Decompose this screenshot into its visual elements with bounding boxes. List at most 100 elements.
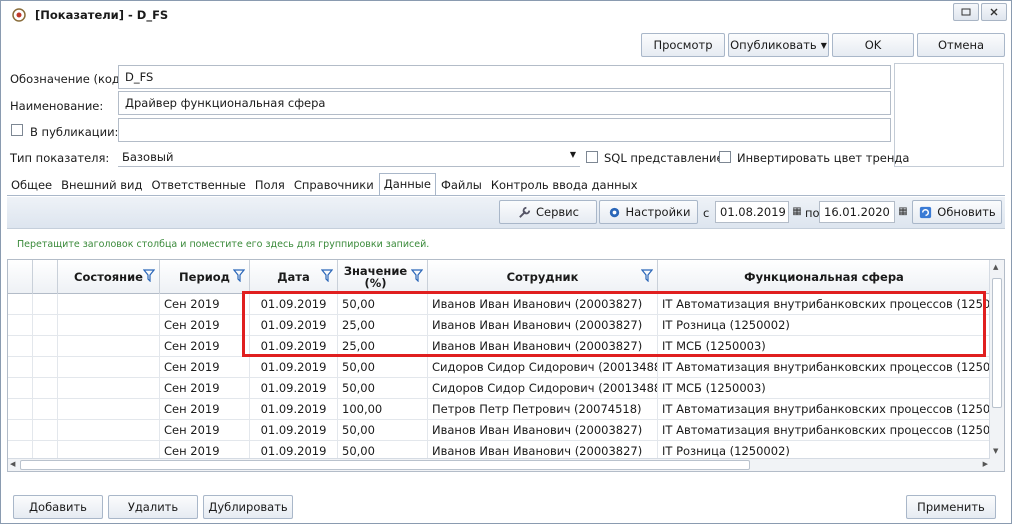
close-button[interactable] bbox=[981, 3, 1007, 21]
cell-period[interactable]: Сен 2019 bbox=[160, 399, 250, 420]
cell-status[interactable] bbox=[58, 294, 160, 315]
row-indicator[interactable] bbox=[8, 315, 33, 336]
cell-employee[interactable]: Петров Петр Петрович (20074518) bbox=[428, 399, 658, 420]
apply-button[interactable]: Применить bbox=[906, 495, 996, 519]
cell-status[interactable] bbox=[58, 399, 160, 420]
row-indicator[interactable] bbox=[8, 357, 33, 378]
row-indicator[interactable] bbox=[8, 399, 33, 420]
scroll-right-icon[interactable]: ▶ bbox=[983, 460, 988, 468]
sql-label: SQL представление bbox=[604, 151, 724, 165]
cell-employee[interactable]: Сидоров Сидор Сидорович (20013488) bbox=[428, 378, 658, 399]
row-selector[interactable] bbox=[33, 399, 58, 420]
cell-status[interactable] bbox=[58, 357, 160, 378]
cell-employee[interactable]: Сидоров Сидор Сидорович (20013488) bbox=[428, 357, 658, 378]
refresh-button[interactable]: Обновить bbox=[912, 200, 1002, 224]
column-header-date[interactable]: Дата bbox=[250, 260, 338, 294]
filter-icon[interactable] bbox=[641, 269, 653, 282]
scroll-up-icon[interactable]: ▲ bbox=[993, 263, 998, 271]
scroll-left-icon[interactable]: ◀ bbox=[10, 460, 15, 468]
tab-data[interactable]: Данные bbox=[378, 173, 436, 195]
cell-status[interactable] bbox=[58, 315, 160, 336]
cell-status[interactable] bbox=[58, 336, 160, 357]
cell-date[interactable]: 01.09.2019 bbox=[250, 420, 338, 441]
to-date-input[interactable]: 16.01.2020 bbox=[819, 201, 895, 223]
cell-period[interactable]: Сен 2019 bbox=[160, 420, 250, 441]
table-row[interactable]: Сен 2019 01.09.2019 50,00 Сидоров Сидор Сид… bbox=[8, 357, 990, 378]
tab-appearance[interactable]: Внешний вид bbox=[57, 174, 146, 195]
cell-function[interactable]: IT МСБ (1250003) bbox=[658, 378, 990, 399]
scroll-down-icon[interactable]: ▼ bbox=[993, 447, 998, 455]
cell-date[interactable]: 01.09.2019 bbox=[250, 399, 338, 420]
cell-value[interactable]: 50,00 bbox=[338, 357, 428, 378]
column-header-value[interactable]: Значение (%) bbox=[338, 260, 428, 294]
row-indicator[interactable] bbox=[8, 420, 33, 441]
filter-icon[interactable] bbox=[233, 269, 245, 282]
from-date-input[interactable]: 01.08.2019 bbox=[715, 201, 789, 223]
column-header-status[interactable]: Состояние bbox=[58, 260, 160, 294]
cell-employee[interactable]: Иванов Иван Иванович (20003827) bbox=[428, 420, 658, 441]
vertical-scrollbar[interactable]: ▲ ▼ bbox=[989, 260, 1004, 471]
calendar-icon[interactable]: ▦ bbox=[897, 206, 909, 218]
publish-button[interactable]: Опубликовать ▼ bbox=[728, 33, 829, 57]
row-selector[interactable] bbox=[33, 315, 58, 336]
cell-value[interactable]: 100,00 bbox=[338, 399, 428, 420]
column-header-period[interactable]: Период bbox=[160, 260, 250, 294]
publication-checkbox[interactable] bbox=[11, 124, 23, 136]
cell-value[interactable]: 50,00 bbox=[338, 420, 428, 441]
code-field[interactable]: D_FS bbox=[118, 65, 891, 89]
horizontal-scroll-thumb[interactable] bbox=[20, 460, 750, 470]
add-button[interactable]: Добавить bbox=[13, 495, 103, 519]
cell-period[interactable]: Сен 2019 bbox=[160, 357, 250, 378]
cell-period[interactable]: Сен 2019 bbox=[160, 294, 250, 315]
calendar-icon[interactable]: ▦ bbox=[791, 206, 803, 218]
delete-button[interactable]: Удалить bbox=[108, 495, 198, 519]
preview-button[interactable]: Просмотр bbox=[641, 33, 725, 57]
tab-input-control[interactable]: Контроль ввода данных bbox=[487, 174, 642, 195]
tab-general[interactable]: Общее bbox=[7, 174, 56, 195]
restore-button[interactable] bbox=[953, 3, 979, 21]
row-selector[interactable] bbox=[33, 420, 58, 441]
filter-icon[interactable] bbox=[411, 269, 423, 282]
row-selector[interactable] bbox=[33, 336, 58, 357]
cell-status[interactable] bbox=[58, 378, 160, 399]
row-indicator[interactable] bbox=[8, 336, 33, 357]
tab-fields[interactable]: Поля bbox=[251, 174, 289, 195]
tab-responsible[interactable]: Ответственные bbox=[147, 174, 249, 195]
row-indicator[interactable] bbox=[8, 378, 33, 399]
horizontal-scrollbar[interactable]: ◀ ▶ bbox=[8, 458, 990, 471]
tab-files[interactable]: Файлы bbox=[437, 174, 486, 195]
cancel-button[interactable]: Отмена bbox=[917, 33, 1005, 57]
cell-function[interactable]: IT Автоматизация внутрибанковских процес… bbox=[658, 357, 990, 378]
sql-checkbox[interactable] bbox=[586, 151, 598, 163]
type-select[interactable]: Базовый ▼ bbox=[118, 147, 580, 167]
row-selector[interactable] bbox=[33, 294, 58, 315]
cell-date[interactable]: 01.09.2019 bbox=[250, 357, 338, 378]
duplicate-button[interactable]: Дублировать bbox=[203, 495, 293, 519]
table-row[interactable]: Сен 2019 01.09.2019 100,00 Петров Петр Петр… bbox=[8, 399, 990, 420]
ok-button[interactable]: OK bbox=[832, 33, 914, 57]
cell-period[interactable]: Сен 2019 bbox=[160, 315, 250, 336]
invert-checkbox[interactable] bbox=[719, 151, 731, 163]
column-header-employee[interactable]: Сотрудник bbox=[428, 260, 658, 294]
table-row[interactable]: Сен 2019 01.09.2019 50,00 Сидоров Сидор Сид… bbox=[8, 378, 990, 399]
filter-icon[interactable] bbox=[321, 269, 333, 282]
vertical-scroll-thumb[interactable] bbox=[992, 278, 1002, 408]
service-button[interactable]: Сервис bbox=[499, 200, 597, 224]
settings-button[interactable]: Настройки bbox=[599, 200, 698, 224]
cell-function[interactable]: IT Автоматизация внутрибанковских процес… bbox=[658, 399, 990, 420]
filter-icon[interactable] bbox=[143, 269, 155, 282]
tab-references[interactable]: Справочники bbox=[290, 174, 378, 195]
row-selector[interactable] bbox=[33, 378, 58, 399]
column-header-function[interactable]: Функциональная сфера bbox=[658, 260, 990, 294]
cell-value[interactable]: 50,00 bbox=[338, 378, 428, 399]
name-field[interactable]: Драйвер функциональная сфера bbox=[118, 91, 891, 115]
row-indicator[interactable] bbox=[8, 294, 33, 315]
table-row[interactable]: Сен 2019 01.09.2019 50,00 Иванов Иван Ивано… bbox=[8, 420, 990, 441]
cell-function[interactable]: IT Автоматизация внутрибанковских процес… bbox=[658, 420, 990, 441]
row-selector[interactable] bbox=[33, 357, 58, 378]
publication-field[interactable] bbox=[118, 118, 891, 142]
cell-status[interactable] bbox=[58, 420, 160, 441]
cell-date[interactable]: 01.09.2019 bbox=[250, 378, 338, 399]
cell-period[interactable]: Сен 2019 bbox=[160, 378, 250, 399]
cell-period[interactable]: Сен 2019 bbox=[160, 336, 250, 357]
